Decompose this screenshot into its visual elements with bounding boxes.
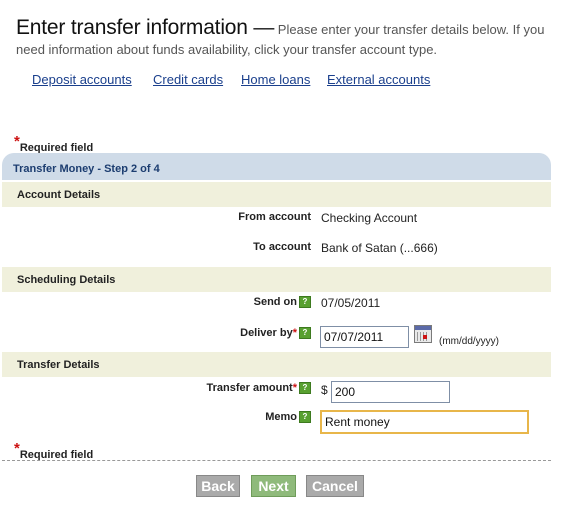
- required-star-icon: *: [292, 327, 297, 339]
- section-heading-transfer: Transfer Details: [17, 359, 100, 371]
- from-account-value: Checking Account: [321, 211, 418, 225]
- link-credit-cards[interactable]: Credit cards: [153, 72, 223, 87]
- deliver-by-label: Deliver by*?: [11, 327, 311, 339]
- memo-input[interactable]: [320, 410, 529, 434]
- required-star-icon: *: [292, 382, 297, 394]
- required-star-icon: *: [14, 133, 20, 150]
- page-header: Enter transfer information — Please ente…: [16, 16, 556, 60]
- page-title: Enter transfer information —: [16, 16, 275, 39]
- send-on-value: 07/05/2011: [321, 296, 381, 310]
- link-deposit-accounts[interactable]: Deposit accounts: [32, 72, 132, 87]
- send-on-label: Send on?: [11, 296, 311, 308]
- required-star-icon: *: [14, 440, 20, 457]
- back-button[interactable]: Back: [196, 475, 240, 497]
- date-format-hint: (mm/dd/yyyy): [439, 336, 499, 347]
- transfer-amount-label: Transfer amount*?: [11, 382, 311, 394]
- next-button[interactable]: Next: [251, 475, 296, 497]
- to-account-label: To account: [253, 241, 311, 253]
- section-heading-scheduling: Scheduling Details: [17, 274, 116, 286]
- calendar-icon[interactable]: [414, 325, 432, 343]
- help-icon[interactable]: ?: [299, 296, 311, 308]
- divider: [2, 460, 551, 461]
- link-external-accounts[interactable]: External accounts: [327, 72, 430, 87]
- link-home-loans[interactable]: Home loans: [241, 72, 310, 87]
- transfer-amount-input[interactable]: [331, 381, 450, 403]
- cancel-button[interactable]: Cancel: [306, 475, 364, 497]
- help-icon[interactable]: ?: [299, 327, 311, 339]
- section-heading-account: Account Details: [17, 189, 101, 201]
- currency-symbol: $: [321, 383, 328, 397]
- help-icon[interactable]: ?: [299, 382, 311, 394]
- step-label: Transfer Money - Step 2 of 4: [13, 163, 160, 175]
- deliver-by-input[interactable]: [320, 326, 409, 348]
- from-account-label: From account: [238, 211, 311, 223]
- memo-label: Memo?: [11, 411, 311, 423]
- to-account-value: Bank of Satan (...666): [321, 241, 438, 255]
- help-icon[interactable]: ?: [299, 411, 311, 423]
